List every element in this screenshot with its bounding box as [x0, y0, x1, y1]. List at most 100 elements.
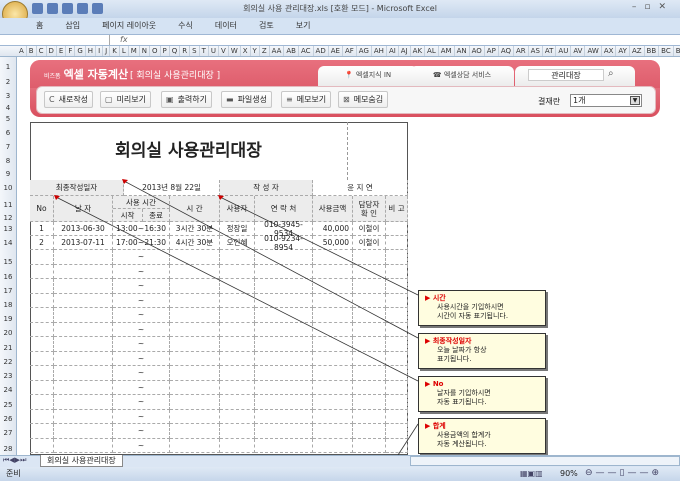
cell-no[interactable] [30, 322, 54, 337]
column-header[interactable]: F [66, 46, 76, 56]
cell-time[interactable]: ~ [113, 424, 170, 439]
header-contact[interactable]: 연 락 처 [255, 196, 313, 222]
cell-date[interactable] [54, 351, 113, 366]
cell-user[interactable]: 정장일 [220, 222, 255, 236]
cell-manager[interactable] [353, 424, 386, 439]
column-header[interactable]: AO [470, 46, 485, 56]
redo-icon[interactable] [62, 3, 73, 14]
column-header[interactable]: AC [299, 46, 314, 56]
column-header[interactable]: BB [645, 46, 660, 56]
cell-duration[interactable] [170, 424, 220, 439]
cell-no[interactable] [30, 337, 54, 352]
cell-duration[interactable] [170, 409, 220, 424]
cell-duration[interactable] [170, 366, 220, 381]
row-header[interactable]: 22 [0, 358, 16, 366]
cell-note[interactable] [386, 222, 408, 236]
cell-user[interactable] [220, 409, 255, 424]
column-header[interactable]: AS [529, 46, 543, 56]
cell-duration[interactable]: 3시간 30분 [170, 222, 220, 236]
excel-consult-tab[interactable]: ☎ 엑셀상담 서비스 [410, 66, 514, 86]
cell-duration[interactable] [170, 322, 220, 337]
column-header[interactable]: B [27, 46, 37, 56]
cell-duration[interactable] [170, 279, 220, 294]
row-header[interactable]: 8 [0, 157, 16, 165]
cell-contact[interactable] [255, 293, 313, 308]
cell-contact[interactable] [255, 409, 313, 424]
cell-duration[interactable] [170, 293, 220, 308]
cell-note[interactable] [386, 337, 408, 352]
cell-no[interactable] [30, 366, 54, 381]
cell-user[interactable] [220, 337, 255, 352]
header-note[interactable]: 비 고 [386, 196, 408, 222]
cell-amount[interactable] [313, 250, 353, 265]
column-header[interactable]: AH [372, 46, 387, 56]
column-header[interactable]: AA [270, 46, 285, 56]
cell-contact[interactable] [255, 337, 313, 352]
cell-duration[interactable] [170, 337, 220, 352]
show-memo-button[interactable]: ≡ 메모보기 [281, 91, 332, 108]
column-header[interactable]: AT [543, 46, 557, 56]
hide-memo-button[interactable]: ⊠ 메모숨김 [338, 91, 389, 108]
column-header[interactable]: AY [616, 46, 630, 56]
cell-manager[interactable] [353, 308, 386, 323]
cell-date[interactable]: 2013-07-11 [54, 236, 113, 250]
cell-note[interactable] [386, 380, 408, 395]
cell-date[interactable] [54, 293, 113, 308]
cell-time[interactable]: ~ [113, 250, 170, 265]
cell-note[interactable] [386, 409, 408, 424]
cell-user[interactable] [220, 380, 255, 395]
column-header[interactable]: AG [357, 46, 372, 56]
cell-note[interactable] [386, 264, 408, 279]
author-value[interactable]: 윤 지 연 [313, 180, 408, 196]
cell-contact[interactable] [255, 351, 313, 366]
cell-contact[interactable] [255, 322, 313, 337]
cell-no[interactable] [30, 438, 54, 453]
row-header[interactable]: 16 [0, 273, 16, 281]
cell-time[interactable]: ~ [113, 351, 170, 366]
column-header[interactable]: AZ [630, 46, 645, 56]
column-header[interactable]: I [96, 46, 104, 56]
cell-contact[interactable]: 010-9234-8954 [255, 234, 313, 252]
horizontal-scrollbar[interactable] [410, 456, 680, 466]
cell-contact[interactable] [255, 366, 313, 381]
cell-no[interactable] [30, 264, 54, 279]
column-header[interactable]: A [17, 46, 27, 56]
row-header[interactable]: 20 [0, 329, 16, 337]
tab-formulas[interactable]: 수식 [178, 18, 193, 34]
preview-button[interactable]: ▢ 미리보기 [100, 91, 152, 108]
cell-time[interactable]: ~ [113, 322, 170, 337]
cell-contact[interactable] [255, 308, 313, 323]
tab-home[interactable]: 홈 [36, 18, 43, 34]
cell-no[interactable] [30, 424, 54, 439]
cell-user[interactable] [220, 322, 255, 337]
cell-manager[interactable] [353, 351, 386, 366]
column-header[interactable]: K [110, 46, 120, 56]
cell-amount[interactable] [313, 366, 353, 381]
tab-review[interactable]: 검토 [259, 18, 274, 34]
row-header[interactable]: 24 [0, 386, 16, 394]
column-header[interactable]: X [241, 46, 251, 56]
view-buttons[interactable]: ▦▣▥ [520, 469, 543, 478]
new-button[interactable]: C 새로작성 [44, 91, 94, 108]
cell-time[interactable]: 13:00 ~16:30 [113, 222, 170, 236]
column-header[interactable]: D [47, 46, 57, 56]
cell-contact[interactable] [255, 438, 313, 453]
column-header[interactable]: AW [585, 46, 602, 56]
cell-time[interactable]: ~ [113, 279, 170, 294]
header-amount[interactable]: 사용금액 [313, 196, 353, 222]
print-button[interactable]: ▣ 출력하기 [161, 91, 213, 108]
column-header[interactable]: AD [314, 46, 329, 56]
cell-duration[interactable]: 4시간 30분 [170, 236, 220, 250]
cell-date[interactable] [54, 380, 113, 395]
cell-user[interactable] [220, 279, 255, 294]
cell-manager[interactable]: 이철이 [353, 236, 386, 250]
open-icon[interactable] [77, 3, 88, 14]
column-header[interactable]: U [209, 46, 220, 56]
cell-time[interactable]: ~ [113, 308, 170, 323]
cell-no[interactable] [30, 395, 54, 410]
fx-icon[interactable]: fx [120, 35, 128, 44]
cell-time[interactable]: ~ [113, 395, 170, 410]
tab-insert[interactable]: 삽입 [65, 18, 80, 34]
cell-note[interactable] [386, 322, 408, 337]
header-end[interactable]: 종료 [143, 209, 170, 222]
